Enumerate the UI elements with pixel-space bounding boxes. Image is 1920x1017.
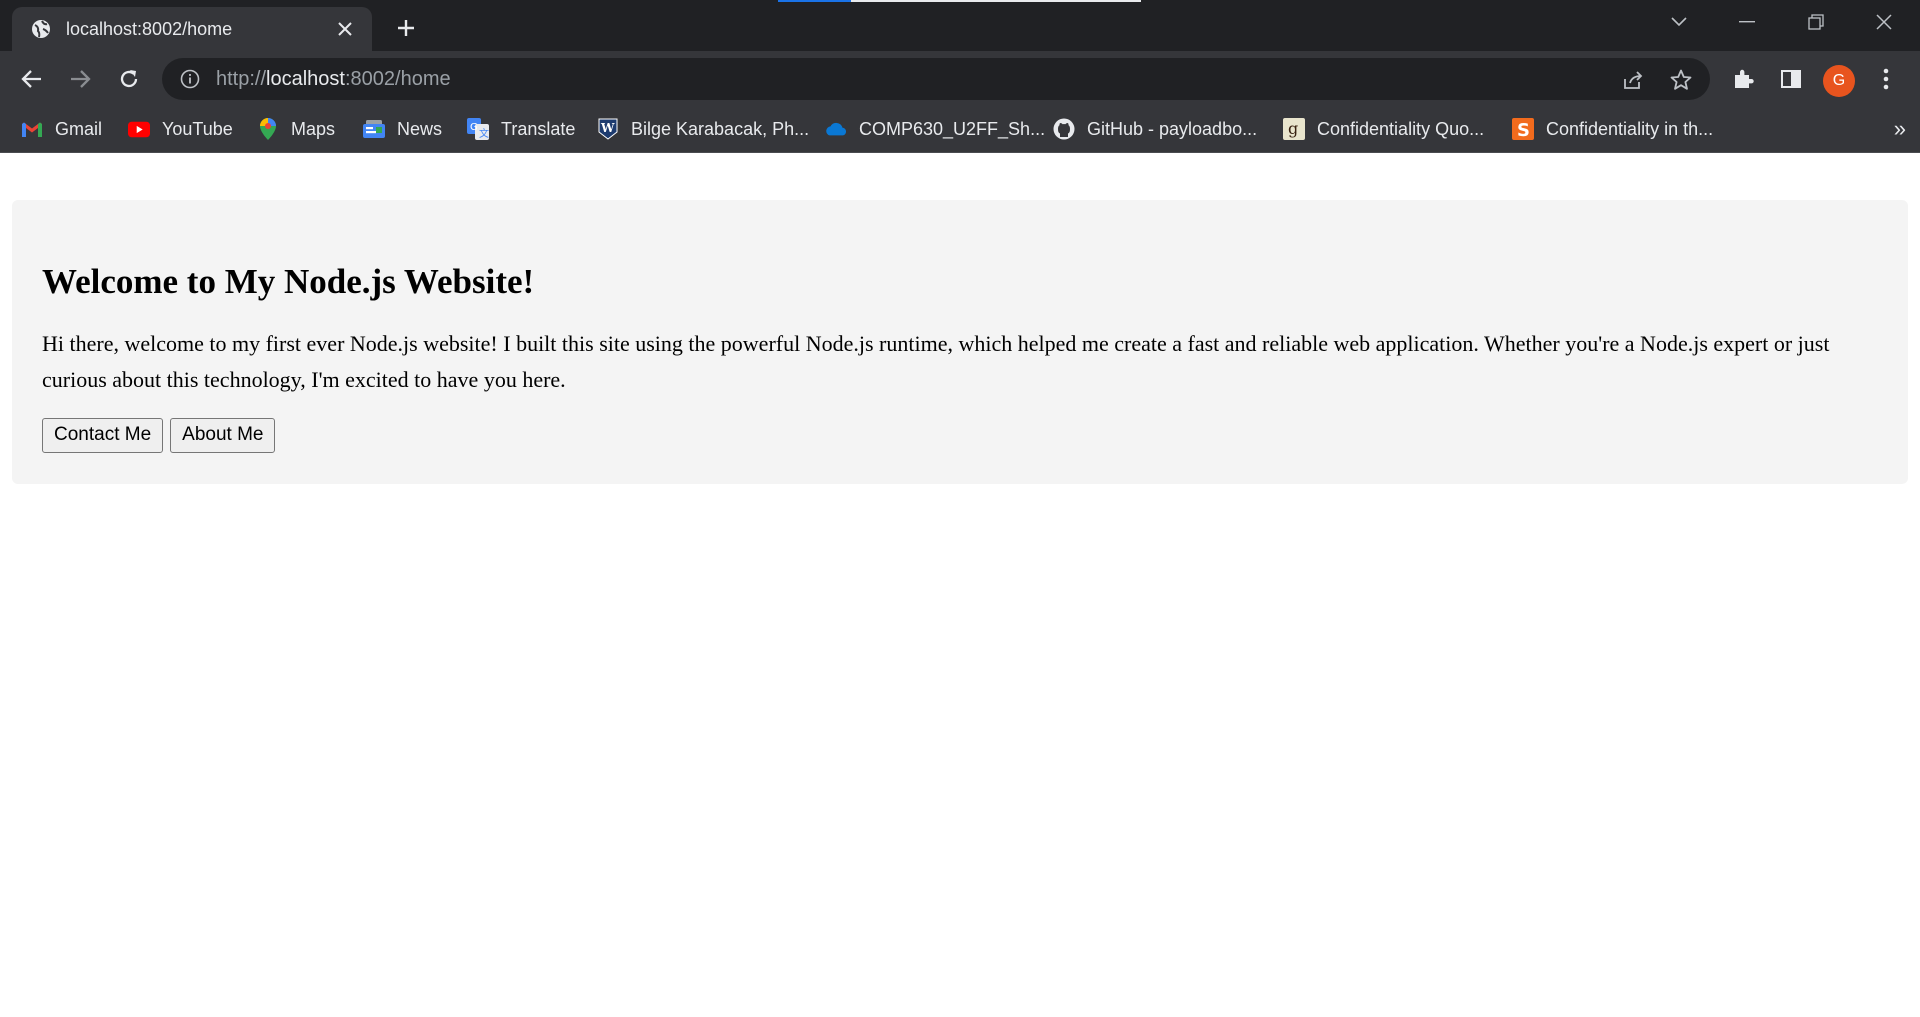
contact-me-button[interactable]: Contact Me [42, 418, 164, 453]
svg-text:文: 文 [479, 127, 489, 140]
tab-search-icon[interactable] [1650, 4, 1708, 40]
bookmark-translate[interactable]: G文 Translate [467, 106, 575, 152]
youtube-icon [128, 118, 150, 140]
close-tab-icon[interactable] [332, 16, 358, 42]
reload-button[interactable] [113, 63, 145, 95]
bookmark-gmail[interactable]: Gmail [21, 106, 102, 152]
loading-indicator [778, 0, 1141, 2]
bookmark-bilge-karabacak[interactable]: W Bilge Karabacak, Ph... [597, 106, 809, 152]
back-button[interactable] [16, 63, 48, 95]
welcome-container: Welcome to My Node.js Website! Hi there,… [12, 200, 1908, 484]
bookmark-label: Translate [501, 118, 576, 139]
page-heading: Welcome to My Node.js Website! [42, 262, 535, 301]
github-icon [1053, 118, 1075, 140]
browser-titlebar: localhost:8002/home [0, 0, 1920, 51]
globe-icon [30, 18, 52, 40]
address-bar[interactable]: http://localhost:8002/home [162, 58, 1710, 100]
bookmark-confidentiality-in-the[interactable]: S Confidentiality in th... [1512, 106, 1713, 152]
close-window-icon[interactable] [1855, 4, 1913, 40]
site-info-icon[interactable] [178, 67, 202, 91]
bookmark-label: Bilge Karabacak, Ph... [631, 118, 810, 139]
about-me-button[interactable]: About Me [170, 418, 276, 453]
menu-kebab-icon[interactable] [1870, 63, 1902, 95]
extensions-icon[interactable] [1727, 63, 1759, 95]
forward-button[interactable] [64, 63, 96, 95]
url-text[interactable]: http://localhost:8002/home [216, 68, 451, 91]
news-icon [363, 118, 385, 140]
goodreads-icon: g [1283, 118, 1305, 140]
bookmark-label: YouTube [162, 118, 233, 139]
maps-icon [257, 118, 279, 140]
bookmark-label: GitHub - payloadbo... [1087, 118, 1258, 139]
page-viewport: Welcome to My Node.js Website! Hi there,… [0, 154, 1920, 1017]
bookmark-label: Maps [291, 118, 336, 139]
bookmark-label: COMP630_U2FF_Sh... [859, 118, 1046, 139]
bookmarks-bar: Gmail YouTube Maps News G文 Translate W B… [0, 106, 1920, 153]
bookmark-label: Confidentiality Quo... [1317, 118, 1485, 139]
new-tab-button[interactable] [390, 12, 422, 44]
button-row: Contact Me About Me [42, 418, 1878, 453]
gmail-icon [21, 118, 43, 140]
bookmark-comp630[interactable]: COMP630_U2FF_Sh... [825, 106, 1045, 152]
profile-avatar[interactable]: G [1823, 65, 1855, 97]
bookmark-maps[interactable]: Maps [257, 106, 335, 152]
svg-text:S: S [1517, 120, 1530, 140]
bookmarks-overflow-chevron[interactable]: » [1894, 116, 1906, 142]
browser-toolbar: http://localhost:8002/home G [0, 51, 1920, 106]
bookmark-label: News [397, 118, 443, 139]
s-icon: S [1512, 118, 1534, 140]
svg-text:G: G [470, 122, 478, 133]
tab-title: localhost:8002/home [66, 18, 233, 39]
bookmark-youtube[interactable]: YouTube [128, 106, 233, 152]
side-panel-icon[interactable] [1775, 63, 1807, 95]
bookmark-label: Confidentiality in th... [1546, 118, 1714, 139]
bookmark-star-icon[interactable] [1668, 67, 1694, 93]
onedrive-icon [825, 118, 847, 140]
bookmark-news[interactable]: News [363, 106, 442, 152]
browser-tab-active[interactable]: localhost:8002/home [12, 7, 372, 51]
minimize-icon[interactable] [1718, 4, 1776, 40]
restore-icon[interactable] [1787, 4, 1845, 40]
share-icon[interactable] [1620, 67, 1646, 93]
translate-icon: G文 [467, 118, 489, 140]
w-icon: W [597, 118, 619, 140]
svg-text:g: g [1288, 119, 1298, 138]
svg-text:W: W [600, 121, 615, 135]
bookmark-github[interactable]: GitHub - payloadbo... [1053, 106, 1257, 152]
bookmark-label: Gmail [55, 118, 103, 139]
intro-paragraph: Hi there, welcome to my first ever Node.… [42, 331, 1830, 392]
bookmark-confidentiality-quotes[interactable]: g Confidentiality Quo... [1283, 106, 1484, 152]
